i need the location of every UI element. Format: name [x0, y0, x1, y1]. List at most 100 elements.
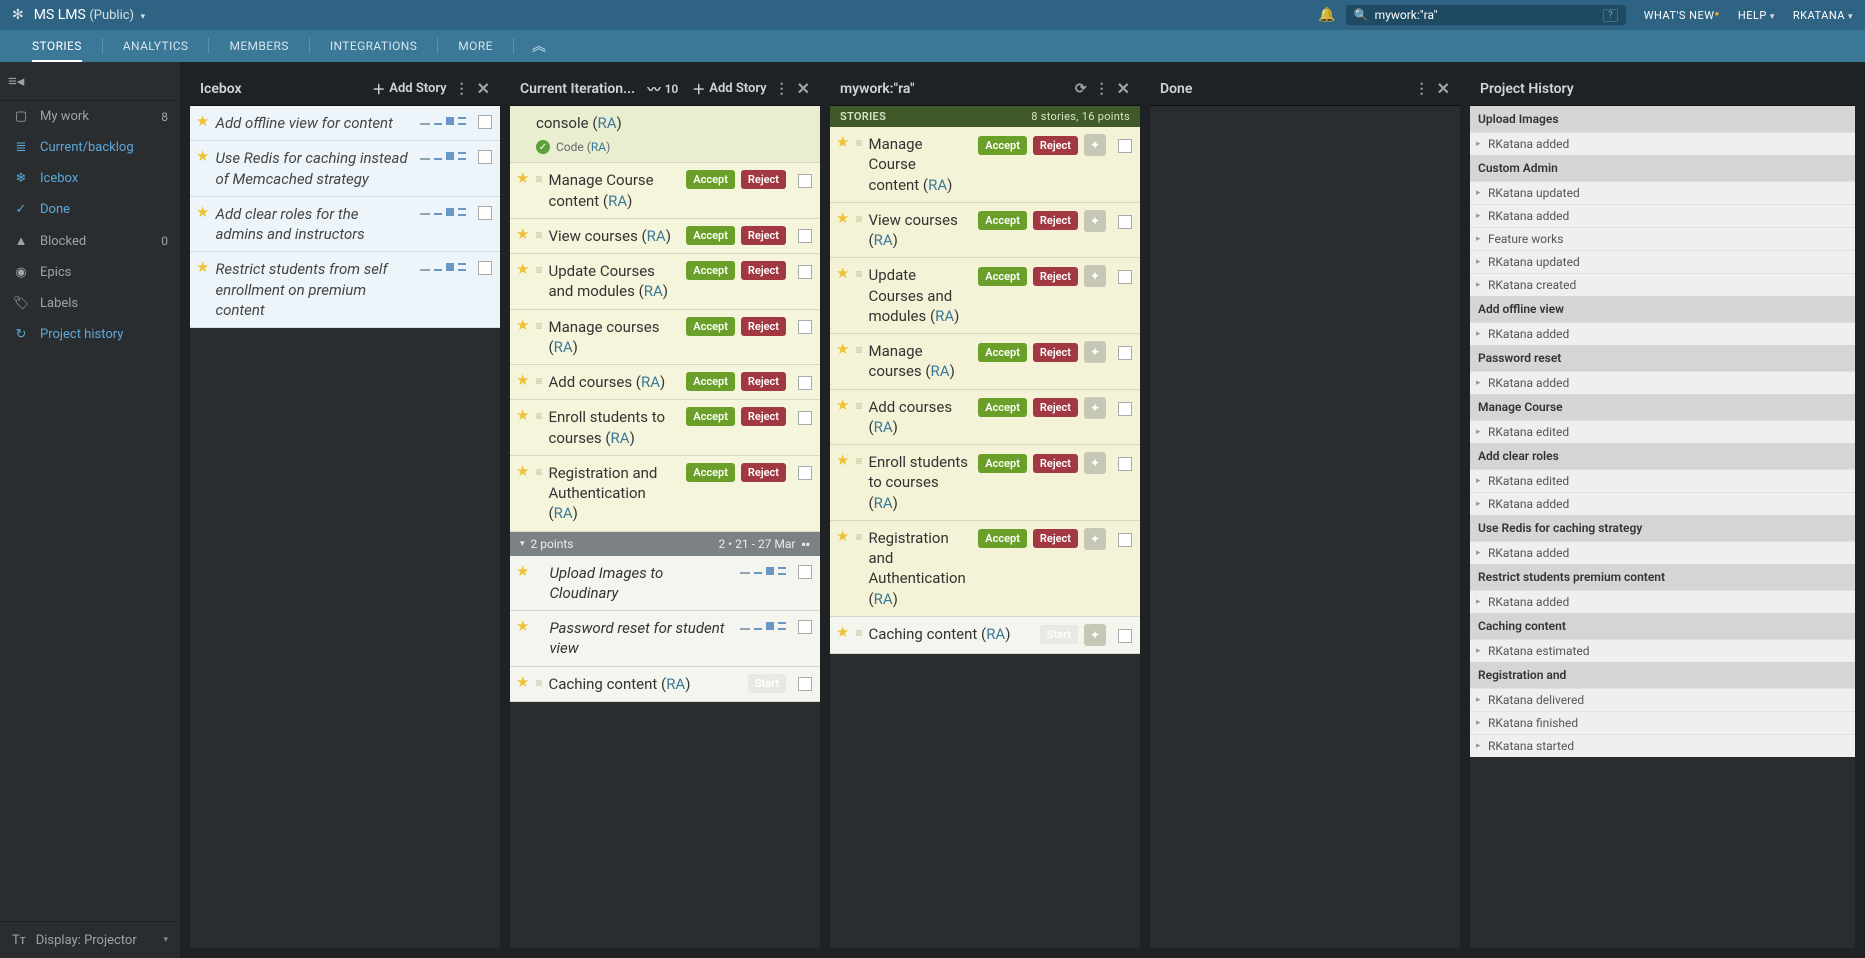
nav-members[interactable]: MEMBERS: [215, 30, 302, 62]
history-group-title[interactable]: Use Redis for caching strategy: [1470, 515, 1855, 541]
story-card[interactable]: ★ ≡ Manage courses (RA) Accept Reject: [510, 310, 820, 366]
whats-new-link[interactable]: WHAT'S NEW●: [1644, 9, 1720, 22]
history-group-title[interactable]: Restrict students premium content: [1470, 564, 1855, 590]
history-entry[interactable]: RKatana added: [1470, 371, 1855, 394]
drag-handle-icon[interactable]: ≡: [535, 465, 542, 479]
gear-icon[interactable]: ✦: [1084, 210, 1106, 232]
accept-button[interactable]: Accept: [978, 343, 1027, 362]
story-card[interactable]: ★ ≡ Update Courses and modules (RA) Acce…: [510, 254, 820, 310]
reject-button[interactable]: Reject: [741, 226, 786, 245]
select-checkbox[interactable]: [798, 565, 812, 579]
panel-close-icon[interactable]: ✕: [477, 79, 490, 98]
select-checkbox[interactable]: [798, 229, 812, 243]
drag-handle-icon[interactable]: ≡: [855, 136, 862, 150]
select-checkbox[interactable]: [1118, 346, 1132, 360]
accept-button[interactable]: Accept: [686, 226, 735, 245]
accept-button[interactable]: Accept: [978, 398, 1027, 417]
story-card[interactable]: ★ ≡ View courses (RA) Accept Reject: [510, 219, 820, 254]
history-entry[interactable]: RKatana added: [1470, 322, 1855, 345]
history-group-title[interactable]: Upload Images: [1470, 106, 1855, 132]
gear-icon[interactable]: ✦: [1084, 341, 1106, 363]
select-checkbox[interactable]: [478, 206, 492, 220]
project-title[interactable]: MS LMS (Public) ▾: [34, 7, 145, 23]
story-card[interactable]: ★ ≡ Caching content (RA) Start: [510, 667, 820, 702]
story-card[interactable]: ★ ≡ Manage courses (RA) Accept Reject✦: [830, 334, 1140, 390]
story-card[interactable]: ★ ≡ Enroll students to courses (RA) Acce…: [830, 445, 1140, 521]
reject-button[interactable]: Reject: [1033, 529, 1078, 548]
drag-handle-icon[interactable]: ≡: [855, 454, 862, 468]
history-entry[interactable]: RKatana added: [1470, 492, 1855, 515]
velocity-indicator[interactable]: 〰10: [648, 79, 679, 98]
story-owner[interactable]: RA: [928, 176, 947, 194]
sidebar-icebox[interactable]: ❄ Icebox: [0, 163, 180, 194]
story-owner[interactable]: RA: [874, 231, 893, 249]
accept-button[interactable]: Accept: [686, 261, 735, 280]
select-checkbox[interactable]: [798, 265, 812, 279]
panel-menu-icon[interactable]: ⋮: [1415, 81, 1429, 97]
reject-button[interactable]: Reject: [741, 407, 786, 426]
panel-menu-icon[interactable]: ⋮: [775, 81, 789, 97]
story-owner[interactable]: RA: [641, 373, 660, 391]
select-checkbox[interactable]: [798, 466, 812, 480]
drag-handle-icon[interactable]: ≡: [855, 530, 862, 544]
story-owner[interactable]: RA: [935, 307, 954, 325]
sidebar-project-history[interactable]: ↻ Project history: [0, 319, 180, 350]
story-card[interactable]: ★ ≡ Caching content (RA) Start✦: [830, 617, 1140, 654]
accept-button[interactable]: Accept: [686, 170, 735, 189]
people-icon[interactable]: ▪▪: [801, 537, 810, 551]
gear-icon[interactable]: ✦: [1084, 452, 1106, 474]
drag-handle-icon[interactable]: ≡: [535, 319, 542, 333]
sidebar-toggle-icon[interactable]: ≡◂: [0, 62, 180, 101]
gear-icon[interactable]: ✦: [1084, 397, 1106, 419]
nav-more[interactable]: MORE: [444, 30, 507, 62]
drag-handle-icon[interactable]: ≡: [855, 399, 862, 413]
history-group-title[interactable]: Registration and: [1470, 662, 1855, 688]
story-owner[interactable]: RA: [554, 338, 573, 356]
sidebar-blocked[interactable]: ▲ Blocked 0: [0, 225, 180, 257]
history-group-title[interactable]: Manage Course: [1470, 394, 1855, 420]
select-checkbox[interactable]: [798, 411, 812, 425]
drag-handle-icon[interactable]: ≡: [855, 343, 862, 357]
refresh-icon[interactable]: ⟳: [1075, 81, 1087, 97]
history-entry[interactable]: RKatana created: [1470, 273, 1855, 296]
reject-button[interactable]: Reject: [741, 463, 786, 482]
reject-button[interactable]: Reject: [741, 261, 786, 280]
story-owner[interactable]: RA: [611, 429, 630, 447]
drag-handle-icon[interactable]: ≡: [855, 626, 862, 640]
reject-button[interactable]: Reject: [1033, 398, 1078, 417]
history-group-title[interactable]: Password reset: [1470, 345, 1855, 371]
collapse-nav-icon[interactable]: ︽: [532, 36, 546, 56]
history-entry[interactable]: RKatana started: [1470, 734, 1855, 757]
history-entry[interactable]: RKatana added: [1470, 541, 1855, 564]
app-logo-icon[interactable]: ✻: [12, 7, 24, 23]
reject-button[interactable]: Reject: [1033, 136, 1078, 155]
gear-icon[interactable]: ✦: [1084, 528, 1106, 550]
history-group-title[interactable]: Caching content: [1470, 613, 1855, 639]
gear-icon[interactable]: ✦: [1084, 134, 1106, 156]
story-owner[interactable]: RA: [597, 114, 616, 132]
story-points-icons[interactable]: [420, 263, 466, 271]
story-owner[interactable]: RA: [874, 590, 893, 608]
story-owner[interactable]: RA: [554, 504, 573, 522]
history-entry[interactable]: RKatana edited: [1470, 469, 1855, 492]
history-entry[interactable]: RKatana delivered: [1470, 688, 1855, 711]
story-card[interactable]: ★ Restrict students from self enrollment…: [190, 252, 500, 328]
search-box[interactable]: 🔍 ?: [1346, 5, 1626, 25]
story-card-expanded[interactable]: console (RA) ✓ Code (RA): [510, 106, 820, 163]
drag-handle-icon[interactable]: ≡: [855, 212, 862, 226]
story-card[interactable]: ★ Add clear roles for the admins and ins…: [190, 197, 500, 253]
gear-icon[interactable]: ✦: [1084, 265, 1106, 287]
history-entry[interactable]: RKatana added: [1470, 590, 1855, 613]
gear-icon[interactable]: ✦: [1084, 624, 1106, 646]
story-card[interactable]: ★ Password reset for student view: [510, 611, 820, 667]
sidebar-current-backlog[interactable]: ≣ Current/backlog: [0, 132, 180, 163]
story-points-icons[interactable]: [420, 208, 466, 216]
sidebar-done[interactable]: ✓ Done: [0, 194, 180, 225]
add-story-button[interactable]: ＋ Add Story: [372, 79, 446, 98]
select-checkbox[interactable]: [1118, 215, 1132, 229]
select-checkbox[interactable]: [798, 677, 812, 691]
reject-button[interactable]: Reject: [1033, 211, 1078, 230]
history-group-title[interactable]: Add offline view: [1470, 296, 1855, 322]
select-checkbox[interactable]: [478, 150, 492, 164]
search-input[interactable]: [1375, 8, 1603, 22]
